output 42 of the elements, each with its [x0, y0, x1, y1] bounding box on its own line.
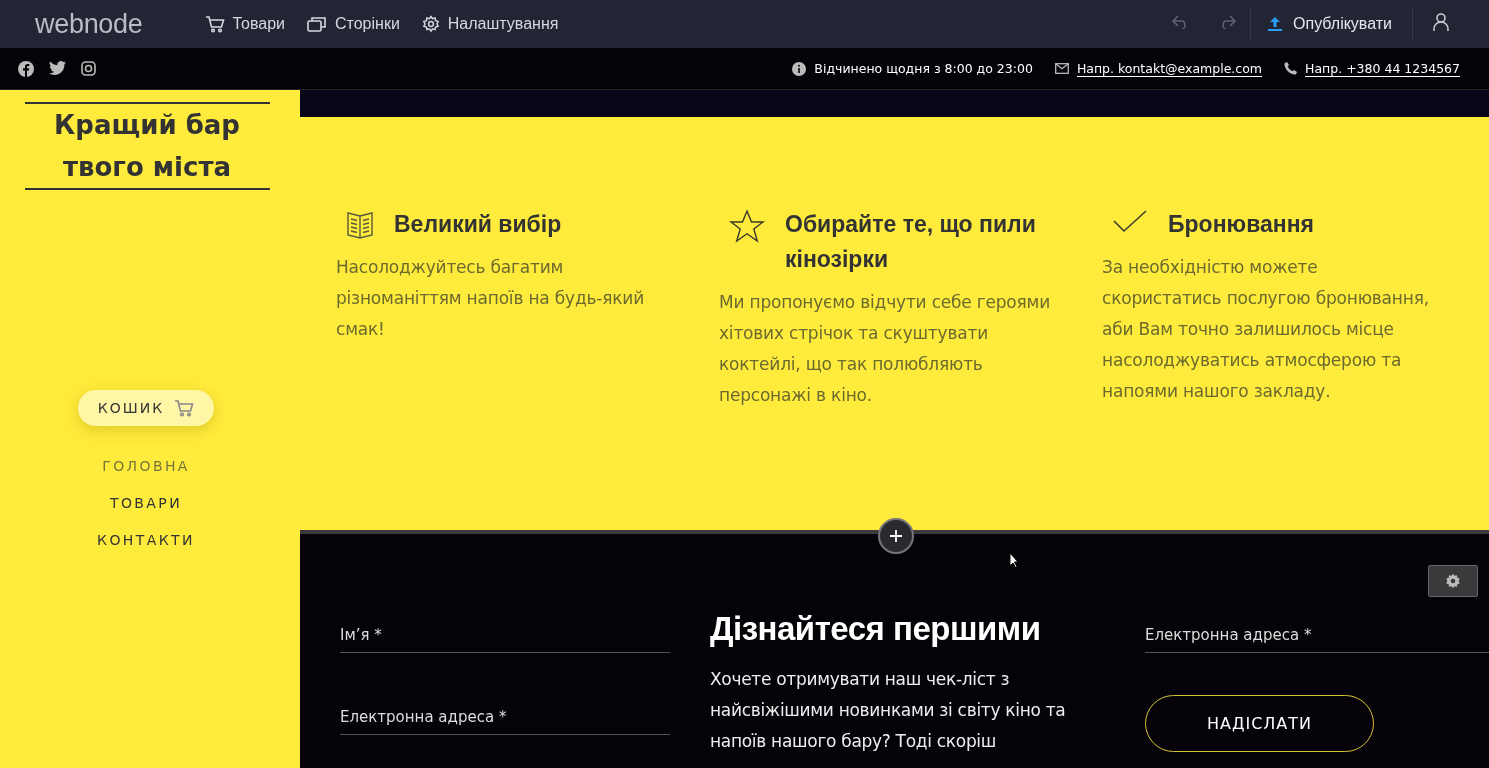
text-field[interactable]: Ім’я *: [340, 614, 670, 653]
nav-link[interactable]: ГОЛОВНА: [102, 456, 190, 476]
settings-button[interactable]: [1428, 565, 1478, 597]
feature-text: За необхідністю можете скористатись послугою бронювання, аби Вам точно залишилось місце насолоджуватись атмосферою та напоями нашого закладу.: [1102, 256, 1430, 403]
instagram-icon[interactable]: [81, 60, 96, 77]
feature-title: Бронювання: [1168, 210, 1314, 239]
phone-icon: [1284, 62, 1298, 75]
section-heading: Дізнайтеся першими: [710, 609, 1042, 649]
email-field[interactable]: Електронна адреса *: [1145, 614, 1489, 653]
nav-link[interactable]: КОНТАКТИ: [97, 530, 195, 550]
settings-icon: [421, 15, 440, 33]
cart-icon: [204, 15, 225, 33]
cursor-icon: [1009, 552, 1019, 568]
facebook-icon[interactable]: [18, 60, 34, 77]
feature-text: Насолоджуйтесь багатим різноманіттям напоїв на будь-який смак!: [336, 256, 645, 341]
star-icon: [729, 207, 765, 243]
feature-title: Обирайте те, що пили кінозірки: [785, 210, 1037, 274]
upload-icon: [1267, 16, 1284, 32]
text-field[interactable]: Електронна адреса *: [340, 696, 670, 735]
phone-link[interactable]: Напр. +380 44 1234567: [1305, 61, 1460, 76]
section-text: Хочете отримувати наш чек-ліст з найсвіжішими новинками зі світу кіно та напоїв нашого бару? Тоді скоріш: [710, 668, 1067, 753]
opening-hours: Відчинено щодня з 8:00 до 23:00: [814, 61, 1033, 76]
nav-link[interactable]: ТОВАРИ: [109, 493, 183, 513]
twitter-icon[interactable]: [49, 60, 66, 77]
gear-icon: [1445, 573, 1461, 589]
feature-title: Великий вибір: [394, 210, 562, 239]
site-title: Кращий бар твого міста: [24, 102, 270, 190]
publish-button[interactable]: Опублікувати: [1251, 15, 1412, 33]
info-icon: [792, 61, 807, 76]
menu-item[interactable]: Налаштування: [421, 15, 559, 33]
logo[interactable]: webnode: [35, 8, 143, 40]
user-icon[interactable]: [1433, 13, 1449, 31]
email-link[interactable]: Напр. kontakt@example.com: [1076, 61, 1263, 76]
pages-icon: [307, 16, 327, 32]
checkmark-icon: [1112, 207, 1148, 233]
envelope-icon: [1054, 63, 1069, 74]
cart-icon: [174, 399, 195, 417]
feature-text: Ми пропонуємо відчути себе героями хітових стрічок та скуштувати коктейлі, що так полюбляють персонажі в кіно.: [719, 291, 1052, 407]
menu-item[interactable]: Товари: [204, 15, 285, 33]
cart-button[interactable]: КОШИК: [77, 390, 215, 426]
menu-item[interactable]: Сторінки: [307, 15, 400, 33]
add-section-button[interactable]: [878, 518, 914, 554]
